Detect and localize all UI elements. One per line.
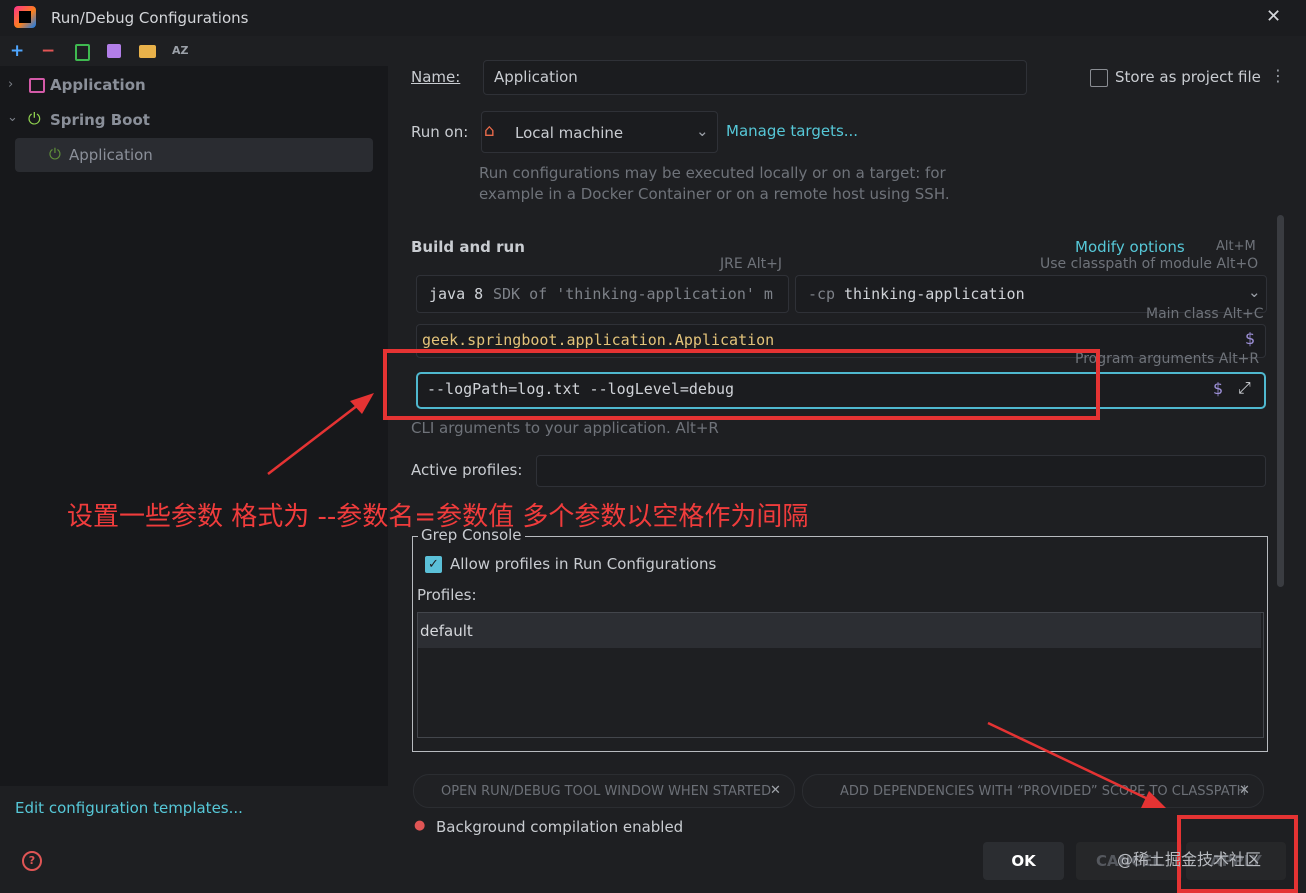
arrow-line-apply [987, 721, 1151, 802]
arrow-head-apply [1141, 791, 1166, 808]
annotation-arrows [267, 393, 1166, 808]
annotation-text: 设置一些参数 格式为 --参数名=参数值 多个参数以空格作为间隔 [67, 502, 809, 532]
arrow-head-args [350, 393, 374, 414]
arrow-line-args [267, 401, 363, 475]
watermark: @稀土掘金技术社区 [1117, 850, 1262, 869]
